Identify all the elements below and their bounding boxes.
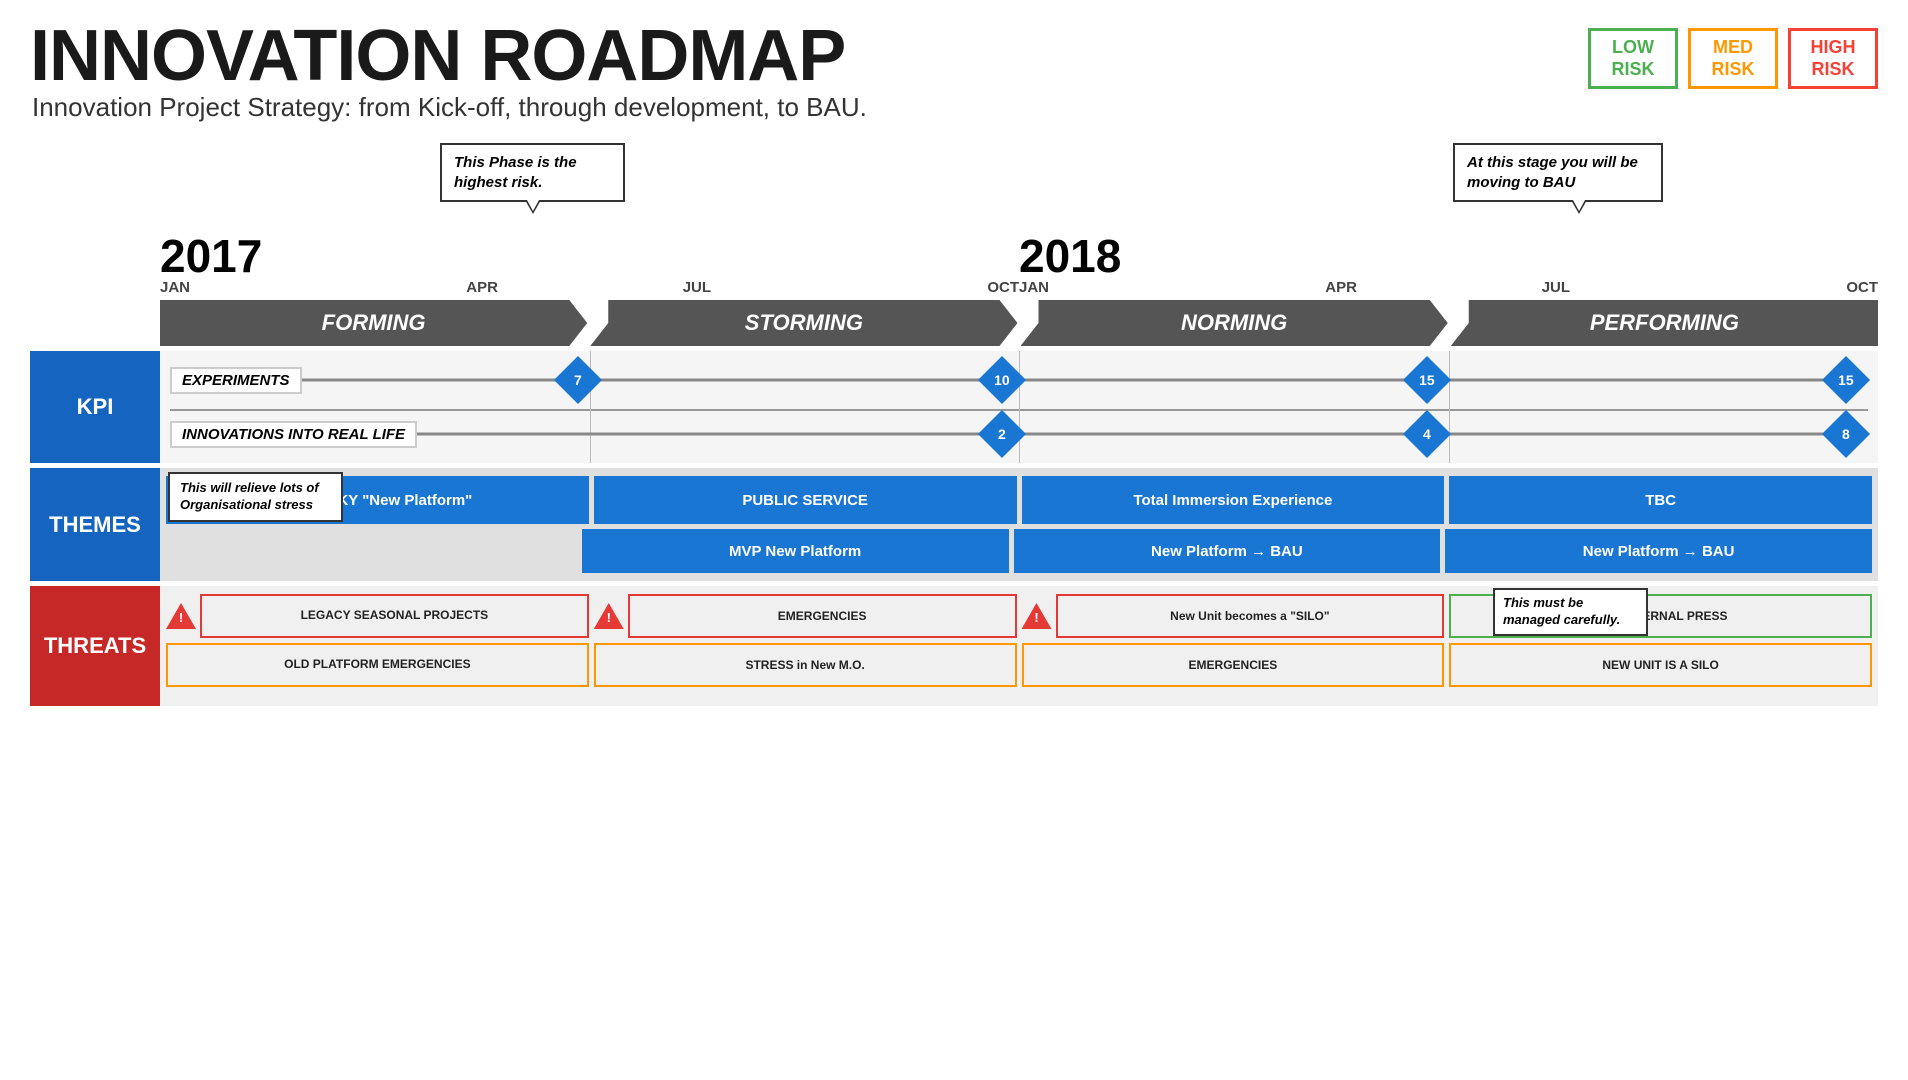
- subtitle: Innovation Project Strategy: from Kick-o…: [32, 92, 867, 123]
- year-2017-section: 2017 JAN APR JUL OCT: [160, 233, 1019, 296]
- threats-note: This must be managed carefully.: [1493, 588, 1648, 636]
- main-title: INNOVATION ROADMAP: [30, 20, 867, 92]
- theme-tbc: TBC: [1449, 476, 1872, 524]
- theme-new-platform-bau-2: New Platform → BAU: [1445, 529, 1872, 573]
- month-jan-2018: JAN: [1019, 279, 1234, 296]
- theme-new-platform-bau-1: New Platform → BAU: [1014, 529, 1441, 573]
- experiments-row: EXPERIMENTS 7 10 15 15: [170, 359, 1868, 401]
- threats-content: This must be managed carefully. ! LEGACY…: [160, 586, 1878, 706]
- med-risk-badge: MEDRISK: [1688, 28, 1778, 89]
- threats-section: THREATS This must be managed carefully. …: [30, 586, 1878, 706]
- threat-emergencies-2: EMERGENCIES: [1022, 643, 1445, 687]
- slide: INNOVATION ROADMAP Innovation Project St…: [0, 0, 1908, 1080]
- theme-public-service: PUBLIC SERVICE: [594, 476, 1017, 524]
- threat-emergencies-1: EMERGENCIES: [628, 594, 1017, 638]
- themes-callout: This will relieve lots of Organisational…: [168, 472, 343, 522]
- innovations-label: INNOVATIONS INTO REAL LIFE: [170, 421, 417, 448]
- experiments-diamond-1: 7: [553, 356, 601, 404]
- years-months-row: 2017 JAN APR JUL OCT 2018 JAN APR JUL OC…: [160, 233, 1878, 296]
- themes-label: THEMES: [30, 468, 160, 581]
- month-jan-2017: JAN: [160, 279, 375, 296]
- year-2017: 2017: [160, 233, 1019, 279]
- high-risk-badge: HIGHRISK: [1788, 28, 1878, 89]
- innovations-diamond-2: 4: [1402, 410, 1450, 458]
- kpi-section: KPI EXPERIMENTS 7 10: [30, 351, 1878, 463]
- threat-icon-2: !: [594, 603, 624, 629]
- year-2018-section: 2018 JAN APR JUL OCT: [1019, 233, 1878, 296]
- kpi-label: KPI: [30, 351, 160, 463]
- threat-col-2-top: ! EMERGENCIES: [594, 594, 1017, 638]
- header: INNOVATION ROADMAP Innovation Project St…: [30, 20, 1878, 138]
- theme-total-immersion: Total Immersion Experience: [1022, 476, 1445, 524]
- themes-section: THEMES This will relieve lots of Organis…: [30, 468, 1878, 581]
- threats-label: THREATS: [30, 586, 160, 706]
- month-oct-2018: OCT: [1663, 279, 1878, 296]
- phase-storming: STORMING: [590, 300, 1017, 346]
- innovations-row: INNOVATIONS INTO REAL LIFE 2 4 8: [170, 413, 1868, 455]
- month-apr-2018: APR: [1234, 279, 1449, 296]
- callout-left: This Phase is the highest risk.: [440, 143, 625, 202]
- threat-col-1-bottom: OLD PLATFORM EMERGENCIES: [166, 643, 589, 687]
- experiments-label: EXPERIMENTS: [170, 367, 302, 394]
- threat-col-3-bottom: EMERGENCIES: [1022, 643, 1445, 687]
- phase-performing: PERFORMING: [1451, 300, 1878, 346]
- month-jul-2017: JUL: [590, 279, 805, 296]
- low-risk-badge: LOWRISK: [1588, 28, 1678, 89]
- experiments-diamond-3: 15: [1402, 356, 1450, 404]
- themes-top-row: BLUE SKY "New Platform" PUBLIC SERVICE T…: [166, 476, 1872, 524]
- themes-content: This will relieve lots of Organisational…: [160, 468, 1878, 581]
- innovations-diamond-1: 2: [978, 410, 1026, 458]
- threat-col-1-top: ! LEGACY SEASONAL PROJECTS: [166, 594, 589, 638]
- timeline-container: This Phase is the highest risk. At this …: [30, 143, 1878, 706]
- experiments-diamond-4: 15: [1822, 356, 1870, 404]
- risk-badges: LOWRISK MEDRISK HIGHRISK: [1588, 28, 1878, 89]
- threat-col-4-bottom: NEW UNIT IS A SILO: [1449, 643, 1872, 687]
- year-2018: 2018: [1019, 233, 1878, 279]
- month-apr-2017: APR: [375, 279, 590, 296]
- title-group: INNOVATION ROADMAP Innovation Project St…: [30, 20, 867, 138]
- month-jul-2018: JUL: [1449, 279, 1664, 296]
- threat-icon-1: !: [166, 603, 196, 629]
- experiments-diamond-2: 10: [978, 356, 1026, 404]
- threat-icon-3: !: [1022, 603, 1052, 629]
- threat-old-platform: OLD PLATFORM EMERGENCIES: [166, 643, 589, 687]
- phases-row: FORMING STORMING NORMING PERFORMING: [160, 300, 1878, 346]
- phase-norming: NORMING: [1021, 300, 1448, 346]
- innovations-diamond-3: 8: [1822, 410, 1870, 458]
- threat-col-3-top: ! New Unit becomes a "SILO": [1022, 594, 1445, 638]
- threat-new-unit-is-silo: NEW UNIT IS A SILO: [1449, 643, 1872, 687]
- threats-bottom-row: OLD PLATFORM EMERGENCIES STRESS in New M…: [166, 643, 1872, 687]
- threat-stress: STRESS in New M.O.: [594, 643, 1017, 687]
- theme-mvp: MVP New Platform: [582, 529, 1009, 573]
- threat-legacy-seasonal: LEGACY SEASONAL PROJECTS: [200, 594, 589, 638]
- theme-empty-1: [166, 529, 577, 573]
- kpi-content: EXPERIMENTS 7 10 15 15: [160, 351, 1878, 463]
- month-oct-2017: OCT: [804, 279, 1019, 296]
- callout-right: At this stage you will be moving to BAU: [1453, 143, 1663, 202]
- themes-bottom-row: MVP New Platform New Platform → BAU New …: [166, 529, 1872, 573]
- threat-new-unit-silo: New Unit becomes a "SILO": [1056, 594, 1445, 638]
- threat-col-2-bottom: STRESS in New M.O.: [594, 643, 1017, 687]
- phase-forming: FORMING: [160, 300, 587, 346]
